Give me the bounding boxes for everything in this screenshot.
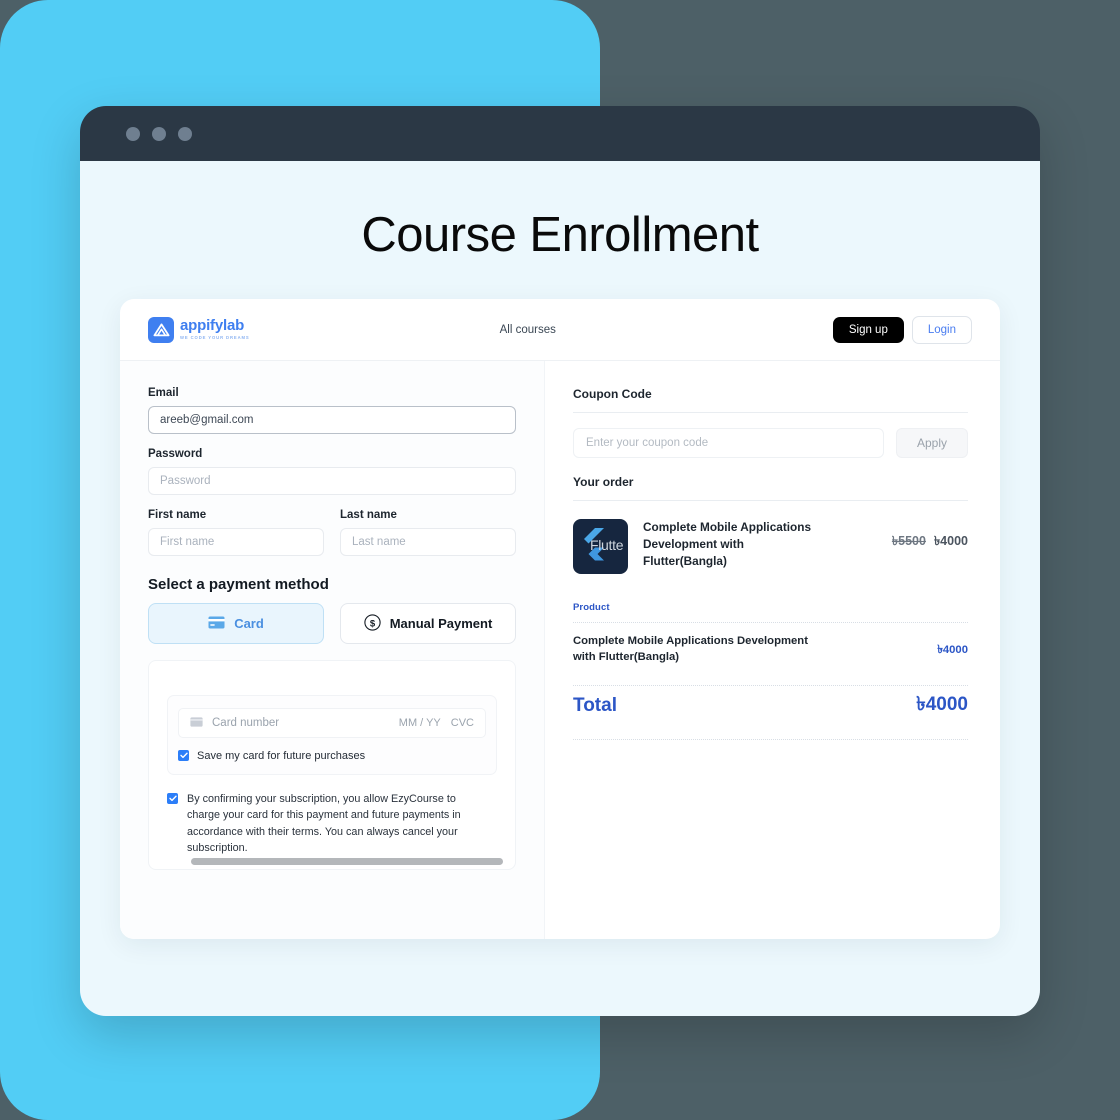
signup-button[interactable]: Sign up (832, 316, 904, 343)
payment-method-card-button[interactable]: Card (148, 603, 324, 644)
coupon-input[interactable] (573, 428, 884, 458)
order-item: Flutte Complete Mobile Applications Deve… (573, 519, 968, 574)
course-thumbnail: Flutte (573, 519, 628, 574)
card-details-panel: Card number MM / YY CVC Save my card for… (148, 660, 516, 870)
payment-method-card-label: Card (234, 616, 264, 631)
svg-text:$: $ (370, 618, 376, 629)
name-fields-row: First name Last name (148, 509, 516, 556)
order-item-old-price: ৳5500 (891, 534, 926, 548)
course-thumbnail-text: Flutte (590, 537, 624, 553)
your-order-label: Your order (573, 475, 634, 489)
checkout-form-panel: Email Password First name Last name (120, 361, 545, 939)
card-expiry-placeholder: MM / YY (398, 717, 441, 729)
payment-method-manual-label: Manual Payment (389, 616, 493, 631)
save-card-checkbox[interactable] (178, 750, 189, 761)
email-label: Email (148, 387, 179, 399)
app-header: appifylab WE CODE YOUR DREAMS All course… (120, 299, 1000, 361)
order-summary-panel: Coupon Code Apply Your order (545, 361, 1000, 939)
grand-total-row: Total ৳4000 (573, 686, 968, 730)
browser-window: Course Enrollment appifylab WE CODE YOUR… (80, 106, 1040, 1016)
window-dot-close-icon[interactable] (126, 126, 140, 141)
window-dot-minimize-icon[interactable] (152, 126, 166, 141)
horizontal-scrollbar[interactable] (191, 858, 503, 865)
credit-card-icon (208, 616, 225, 632)
order-item-prices: ৳5500 ৳4000 (892, 519, 968, 553)
brand-tagline: WE CODE YOUR DREAMS (180, 335, 250, 341)
page-title: Course Enrollment (361, 208, 759, 262)
apply-coupon-button[interactable]: Apply (896, 428, 968, 458)
payment-method-heading: Select a payment method (148, 576, 329, 593)
appifylab-logo-icon (148, 316, 174, 343)
enrollment-app-card: appifylab WE CODE YOUR DREAMS All course… (120, 299, 1000, 939)
card-number-field[interactable]: Card number MM / YY CVC (178, 708, 486, 738)
totals-line-item-value: ৳4000 (937, 644, 968, 656)
coupon-code-label: Coupon Code (573, 387, 652, 401)
payment-method-manual-button[interactable]: $ Manual Payment (340, 603, 516, 644)
totals-section: Product Complete Mobile Applications Dev… (573, 602, 968, 740)
consent-row[interactable]: By confirming your subscription, you all… (167, 791, 497, 857)
card-meta: MM / YY CVC (399, 717, 474, 729)
card-input-group: Card number MM / YY CVC Save my card for… (167, 695, 497, 775)
header-actions: Sign up Login (832, 315, 972, 344)
save-card-row[interactable]: Save my card for future purchases (178, 749, 486, 764)
totals-line-item: Complete Mobile Applications Development… (573, 623, 968, 676)
dollar-circle-icon: $ (364, 613, 381, 634)
order-item-name: Complete Mobile Applications Development… (643, 520, 812, 569)
coupon-row: Apply (573, 428, 968, 458)
password-label: Password (148, 448, 203, 460)
brand-logo[interactable]: appifylab WE CODE YOUR DREAMS (148, 316, 250, 343)
consent-text: By confirming your subscription, you all… (187, 792, 461, 855)
save-card-label: Save my card for future purchases (197, 750, 366, 762)
consent-checkbox[interactable] (167, 792, 178, 804)
totals-line-item-name: Complete Mobile Applications Development… (573, 635, 808, 663)
last-name-label: Last name (340, 509, 397, 521)
totals-divider-bottom (573, 738, 968, 740)
last-name-field[interactable] (340, 528, 516, 556)
nav-all-courses[interactable]: All courses (500, 324, 556, 336)
payment-method-options: Card $ Manual Payment (148, 603, 516, 644)
browser-title-bar (80, 106, 1040, 161)
first-name-label: First name (148, 509, 207, 521)
last-name-group: Last name (340, 509, 516, 556)
brand-name: appifylab (180, 317, 245, 335)
card-cvc-placeholder: CVC (450, 717, 474, 729)
card-chip-icon (190, 714, 203, 732)
card-number-placeholder: Card number (212, 717, 280, 729)
window-dot-maximize-icon[interactable] (178, 126, 192, 141)
product-column-header: Product (573, 602, 610, 613)
order-item-new-price: ৳4000 (933, 534, 968, 548)
first-name-field[interactable] (148, 528, 324, 556)
login-button[interactable]: Login (911, 315, 972, 344)
brand-logo-text: appifylab WE CODE YOUR DREAMS (180, 318, 250, 340)
password-field[interactable] (148, 467, 516, 495)
first-name-group: First name (148, 509, 324, 556)
app-body: Email Password First name Last name (120, 361, 1000, 939)
browser-viewport: Course Enrollment appifylab WE CODE YOUR… (80, 161, 1040, 1016)
email-field[interactable] (148, 406, 516, 434)
total-value: ৳4000 (916, 693, 968, 715)
order-divider (573, 500, 968, 501)
total-label: Total (573, 694, 617, 716)
coupon-divider (573, 412, 968, 413)
